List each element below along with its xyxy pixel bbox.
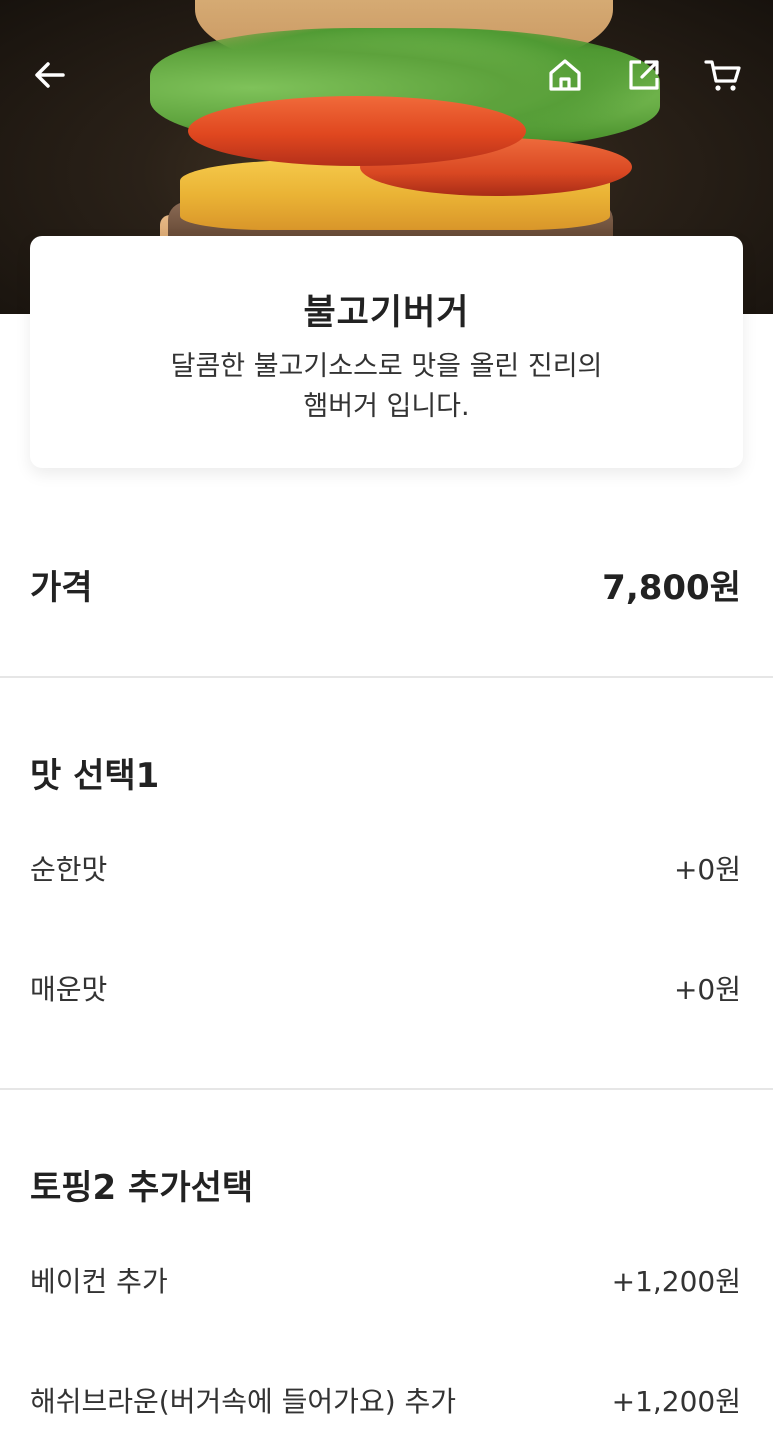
option-name: 순한맛: [30, 853, 108, 886]
back-button[interactable]: [25, 50, 75, 100]
product-description-line: 달콤한 불고기소스로 맛을 올린 진리의: [170, 351, 603, 382]
option-item-mild[interactable]: 순한맛 +0원: [0, 828, 773, 908]
section-divider: [0, 1088, 773, 1090]
home-icon: [549, 59, 581, 91]
product-info-card: 불고기버거 달콤한 불고기소스로 맛을 올린 진리의 햄버거 입니다.: [30, 236, 743, 468]
price-value: 7,800원: [602, 568, 741, 608]
product-name: 불고기버거: [303, 293, 470, 333]
product-detail-page: 불고기버거 달콤한 불고기소스로 맛을 올린 진리의 햄버거 입니다. 가격 7…: [0, 0, 773, 1439]
share-icon: [629, 60, 659, 90]
option-group-title: 토핑2 추가선택: [30, 1168, 254, 1208]
section-divider: [0, 676, 773, 678]
option-price: +0원: [673, 973, 741, 1006]
option-price: +1,200원: [611, 1265, 741, 1298]
product-description: 달콤한 불고기소스로 맛을 올린 진리의 햄버거 입니다.: [127, 347, 647, 427]
price-label: 가격: [30, 568, 93, 608]
option-name: 매운맛: [30, 973, 108, 1006]
cart-icon: [704, 60, 741, 91]
option-price: +1,200원: [611, 1385, 741, 1418]
option-item-spicy[interactable]: 매운맛 +0원: [0, 948, 773, 1028]
option-price: +0원: [673, 853, 741, 886]
cart-button[interactable]: [698, 50, 748, 100]
option-name: 베이컨 추가: [30, 1265, 168, 1298]
option-group-title: 맛 선택1: [30, 756, 160, 796]
burger-tomato-slice: [188, 96, 526, 166]
share-button[interactable]: [619, 50, 669, 100]
option-name: 해쉬브라운(버거속에 들어가요) 추가: [30, 1385, 457, 1418]
option-item-hashbrown[interactable]: 해쉬브라운(버거속에 들어가요) 추가 +1,200원: [0, 1360, 773, 1439]
home-button[interactable]: [540, 50, 590, 100]
option-item-bacon[interactable]: 베이컨 추가 +1,200원: [0, 1240, 773, 1320]
product-description-line: 햄버거 입니다.: [303, 391, 470, 422]
arrow-left-icon: [35, 62, 65, 88]
